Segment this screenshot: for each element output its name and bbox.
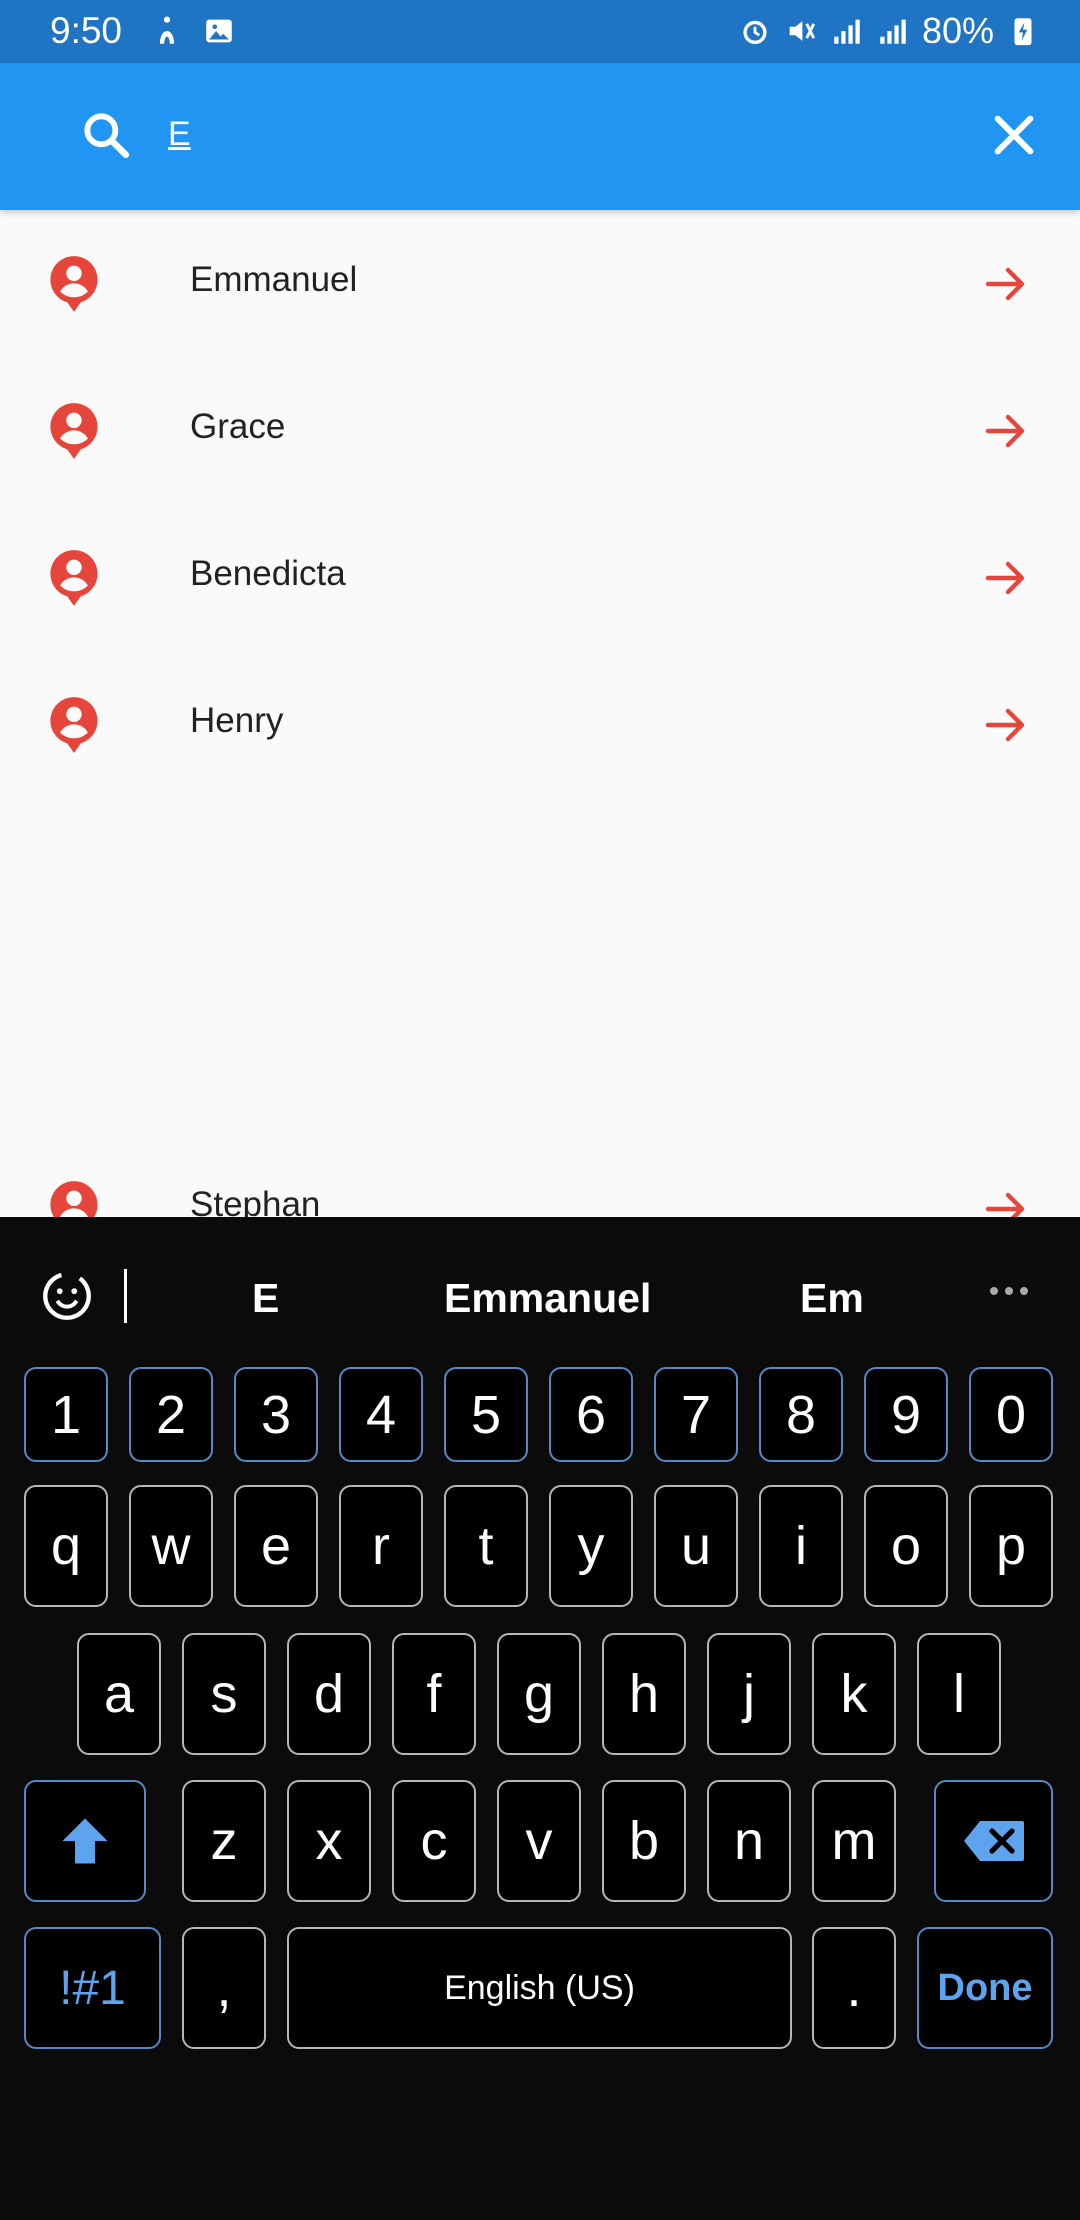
results-list: Emmanuel Grace Benedicta Henry Stephan <box>0 210 1080 1217</box>
key-1[interactable]: 1 <box>24 1367 108 1462</box>
done-key[interactable]: Done <box>917 1927 1053 2049</box>
key-d[interactable]: d <box>287 1633 371 1755</box>
close-icon[interactable] <box>986 107 1042 163</box>
key-m[interactable]: m <box>812 1780 896 1902</box>
key-5[interactable]: 5 <box>444 1367 528 1462</box>
arrow-forward-icon[interactable] <box>982 260 1030 308</box>
signal-icon-2 <box>880 19 906 44</box>
person-pin-icon <box>50 403 98 459</box>
suggestion-item[interactable]: Emmanuel <box>444 1275 651 1322</box>
key-b[interactable]: b <box>602 1780 686 1902</box>
person-pin-icon <box>50 256 98 312</box>
accessibility-icon <box>159 16 175 44</box>
search-icon <box>84 113 130 159</box>
emoji-icon[interactable] <box>38 1267 96 1325</box>
battery-charging-icon <box>1014 18 1032 46</box>
key-9[interactable]: 9 <box>864 1367 948 1462</box>
shift-key[interactable] <box>24 1780 146 1902</box>
item-name: Benedicta <box>190 554 346 593</box>
key-7[interactable]: 7 <box>654 1367 738 1462</box>
item-name: Stephan <box>190 1185 321 1217</box>
key-e[interactable]: e <box>234 1485 318 1607</box>
key-3[interactable]: 3 <box>234 1367 318 1462</box>
key-t[interactable]: t <box>444 1485 528 1607</box>
shift-arrow-icon <box>62 1818 108 1864</box>
key-k[interactable]: k <box>812 1633 896 1755</box>
backspace-icon <box>963 1821 1024 1861</box>
key-f[interactable]: f <box>392 1633 476 1755</box>
key-c[interactable]: c <box>392 1780 476 1902</box>
list-item[interactable]: Emmanuel <box>0 210 1080 357</box>
image-icon <box>206 19 232 43</box>
suggestion-bar: E Emmanuel Em <box>0 1217 1080 1367</box>
list-item[interactable]: Grace <box>0 357 1080 504</box>
key-u[interactable]: u <box>654 1485 738 1607</box>
backspace-key[interactable] <box>934 1780 1053 1902</box>
person-pin-icon <box>50 550 98 606</box>
period-key[interactable]: . <box>812 1927 896 2049</box>
item-name: Henry <box>190 701 284 740</box>
soft-keyboard: E Emmanuel Em 1 2 3 4 5 6 7 8 9 0 q w e … <box>0 1217 1080 2220</box>
person-pin-icon <box>50 1181 98 1217</box>
comma-key[interactable]: , <box>182 1927 266 2049</box>
key-v[interactable]: v <box>497 1780 581 1902</box>
item-name: Grace <box>190 407 286 446</box>
status-time: 9:50 <box>50 10 123 51</box>
mute-icon <box>789 21 815 41</box>
person-pin-icon <box>50 697 98 753</box>
search-input[interactable] <box>168 103 948 165</box>
key-2[interactable]: 2 <box>129 1367 213 1462</box>
alarm-icon <box>743 20 767 45</box>
list-item[interactable]: Stephan <box>0 1135 1080 1217</box>
key-l[interactable]: l <box>917 1633 1001 1755</box>
key-q[interactable]: q <box>24 1485 108 1607</box>
suggestion-item[interactable]: E <box>252 1275 279 1322</box>
key-h[interactable]: h <box>602 1633 686 1755</box>
key-s[interactable]: s <box>182 1633 266 1755</box>
key-4[interactable]: 4 <box>339 1367 423 1462</box>
arrow-forward-icon[interactable] <box>982 554 1030 602</box>
arrow-forward-icon[interactable] <box>982 407 1030 455</box>
key-y[interactable]: y <box>549 1485 633 1607</box>
key-i[interactable]: i <box>759 1485 843 1607</box>
key-0[interactable]: 0 <box>969 1367 1053 1462</box>
search-app-bar <box>0 63 1080 210</box>
battery-percent: 80% <box>921 10 994 51</box>
suggestion-divider <box>124 1269 127 1323</box>
list-item[interactable]: Benedicta <box>0 504 1080 651</box>
key-z[interactable]: z <box>182 1780 266 1902</box>
arrow-forward-icon[interactable] <box>982 701 1030 749</box>
key-8[interactable]: 8 <box>759 1367 843 1462</box>
key-a[interactable]: a <box>77 1633 161 1755</box>
key-g[interactable]: g <box>497 1633 581 1755</box>
arrow-forward-icon[interactable] <box>982 1185 1030 1217</box>
more-icon[interactable] <box>988 1281 1030 1301</box>
symbols-key[interactable]: !#1 <box>24 1927 161 2049</box>
key-p[interactable]: p <box>969 1485 1053 1607</box>
key-r[interactable]: r <box>339 1485 423 1607</box>
signal-icon <box>834 19 860 44</box>
status-bar: 9:50 80% <box>0 0 1080 63</box>
item-name: Emmanuel <box>190 260 358 299</box>
key-w[interactable]: w <box>129 1485 213 1607</box>
space-key[interactable]: English (US) <box>287 1927 792 2049</box>
key-x[interactable]: x <box>287 1780 371 1902</box>
key-6[interactable]: 6 <box>549 1367 633 1462</box>
list-item[interactable]: Henry <box>0 651 1080 798</box>
suggestion-item[interactable]: Em <box>800 1275 864 1322</box>
key-j[interactable]: j <box>707 1633 791 1755</box>
key-n[interactable]: n <box>707 1780 791 1902</box>
key-o[interactable]: o <box>864 1485 948 1607</box>
